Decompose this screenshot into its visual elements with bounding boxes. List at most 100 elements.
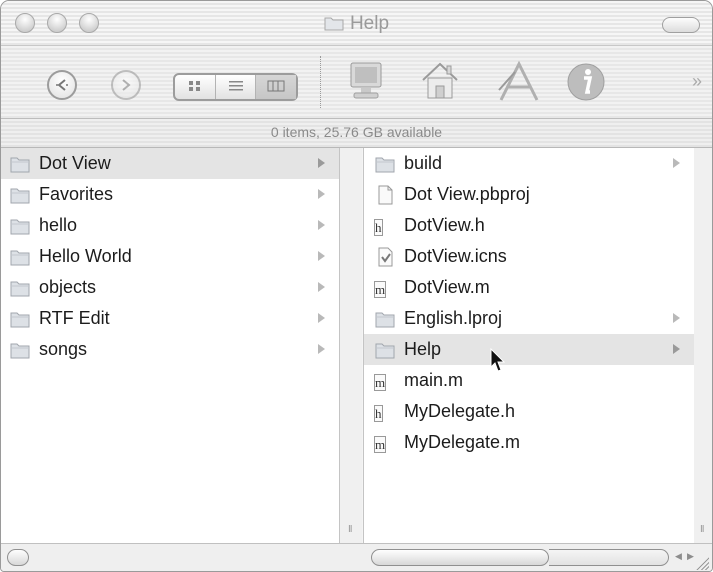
icon-view-button[interactable]	[175, 75, 216, 99]
folder-icon	[9, 216, 31, 236]
list-item[interactable]: RTF Edit	[1, 303, 339, 334]
back-arrow-icon	[56, 79, 68, 91]
finder-window: Help » 0 items, 25.76 GB available Dot V…	[0, 0, 713, 572]
scroll-track-left-cap	[7, 549, 29, 566]
list-item[interactable]: Help	[364, 334, 694, 365]
list-item[interactable]: Hello World	[1, 241, 339, 272]
list-item[interactable]: Favorites	[1, 179, 339, 210]
list-item-label: MyDelegate.m	[404, 432, 521, 452]
disclosure-arrow-icon	[673, 344, 680, 354]
file-type-badge: h	[374, 404, 383, 422]
column-resize-gutter[interactable]: II	[694, 148, 712, 543]
toolbar: »	[1, 46, 712, 119]
folder-icon	[374, 154, 396, 174]
list-item[interactable]: build	[364, 148, 694, 179]
toolbar-toggle-button[interactable]	[662, 17, 700, 33]
list-item[interactable]: m main.m	[364, 365, 694, 396]
column-view-button[interactable]	[256, 75, 297, 99]
list-view-button[interactable]	[216, 75, 257, 99]
list-item-label: DotView.m	[404, 277, 490, 297]
toolbar-separator	[320, 56, 321, 108]
column-resize-grip[interactable]: II	[348, 524, 352, 535]
list-item[interactable]: Dot View	[1, 148, 339, 179]
list-item-label: English.lproj	[404, 308, 503, 328]
folder-icon	[374, 309, 396, 329]
list-item-label: main.m	[404, 370, 464, 390]
folder-icon	[9, 185, 31, 205]
list-item-label: Help	[404, 339, 442, 359]
icns-file-icon	[374, 247, 396, 267]
document-icon	[374, 185, 396, 205]
list-item[interactable]: DotView.icns	[364, 241, 694, 272]
file-type-badge: m	[374, 435, 387, 453]
browser-column-1[interactable]: Dot View Favorites hello Hello World objects…	[1, 148, 340, 543]
horizontal-scrollbar[interactable]: ◀ ▶	[1, 543, 712, 571]
disclosure-arrow-icon	[318, 251, 325, 261]
folder-icon	[324, 17, 344, 31]
disclosure-arrow-icon	[318, 313, 325, 323]
list-item-label: objects	[39, 277, 97, 297]
list-item[interactable]: Dot View.pbproj	[364, 179, 694, 210]
home-icon[interactable]	[419, 60, 461, 104]
file-type-badge: m	[374, 373, 387, 391]
info-icon[interactable]	[564, 60, 608, 104]
icon-view-icon	[188, 81, 200, 91]
folder-icon	[9, 309, 31, 329]
disclosure-arrow-icon	[673, 313, 680, 323]
folder-icon	[374, 340, 396, 360]
disclosure-arrow-icon	[318, 344, 325, 354]
h-file-icon: h	[374, 216, 396, 236]
list-item-label: Dot View	[39, 153, 111, 173]
view-mode-control[interactable]	[173, 73, 298, 101]
list-item-label: songs	[39, 339, 88, 359]
m-file-icon: m	[374, 371, 396, 391]
folder-icon	[9, 154, 31, 174]
list-item[interactable]: objects	[1, 272, 339, 303]
forward-button[interactable]	[111, 70, 141, 100]
h-file-icon: h	[374, 402, 396, 422]
list-item[interactable]: h MyDelegate.h	[364, 396, 694, 427]
resize-handle[interactable]	[695, 556, 709, 570]
list-item-label: MyDelegate.h	[404, 401, 516, 421]
list-item[interactable]: English.lproj	[364, 303, 694, 334]
m-file-icon: m	[374, 433, 396, 453]
list-item[interactable]: songs	[1, 334, 339, 365]
column-resize-gutter[interactable]: II	[340, 148, 362, 543]
folder-icon	[9, 247, 31, 267]
folder-icon	[9, 340, 31, 360]
list-item-label: DotView.icns	[404, 246, 507, 266]
back-button[interactable]	[47, 70, 77, 100]
list-item-label: RTF Edit	[39, 308, 110, 328]
window-title-area: Help	[1, 13, 712, 35]
disclosure-arrow-icon	[318, 189, 325, 199]
list-item-label: Hello World	[39, 246, 132, 266]
list-item-label: build	[404, 153, 443, 173]
folder-icon	[9, 278, 31, 298]
computer-icon[interactable]	[346, 60, 386, 104]
disclosure-arrow-icon	[673, 158, 680, 168]
scroll-right-arrow-icon[interactable]: ▶	[687, 551, 694, 562]
disclosure-arrow-icon	[318, 158, 325, 168]
list-item-label: Dot View.pbproj	[404, 184, 530, 204]
window-title: Help	[349, 13, 390, 34]
toolbar-overflow-button[interactable]: »	[692, 71, 702, 92]
scroll-thumb[interactable]	[371, 549, 549, 566]
list-item-label: DotView.h	[404, 215, 485, 235]
mouse-cursor-icon	[490, 348, 506, 372]
scroll-left-arrow-icon[interactable]: ◀	[675, 551, 682, 562]
list-item-label: Favorites	[39, 184, 114, 204]
list-item[interactable]: h DotView.h	[364, 210, 694, 241]
file-type-badge: h	[374, 218, 383, 236]
column-view-icon	[267, 80, 285, 92]
column-resize-grip[interactable]: II	[700, 524, 704, 535]
browser-column-2[interactable]: build Dot View.pbproj h DotView.h DotView.ic…	[363, 148, 695, 543]
scroll-track[interactable]	[549, 549, 669, 566]
title-bar[interactable]: Help	[1, 1, 712, 46]
forward-arrow-icon	[122, 79, 131, 91]
applications-icon[interactable]	[495, 60, 543, 104]
list-view-icon	[228, 81, 243, 91]
list-item[interactable]: m MyDelegate.m	[364, 427, 694, 458]
list-item[interactable]: m DotView.m	[364, 272, 694, 303]
disclosure-arrow-icon	[318, 282, 325, 292]
list-item[interactable]: hello	[1, 210, 339, 241]
